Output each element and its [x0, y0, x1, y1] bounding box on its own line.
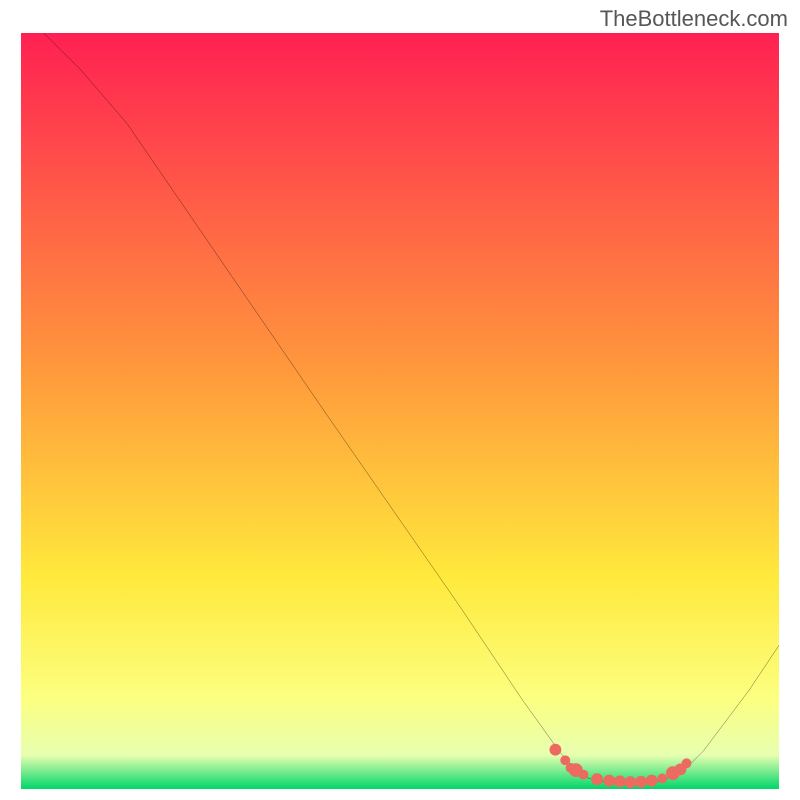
curve-marker: [635, 776, 647, 788]
chart-background: [21, 33, 779, 789]
watermark-text: TheBottleneck.com: [600, 6, 788, 32]
chart-container: TheBottleneck.com: [0, 0, 800, 800]
curve-marker: [591, 773, 603, 785]
plot-area: [21, 33, 779, 789]
curve-marker: [614, 776, 626, 788]
curve-marker: [603, 775, 615, 787]
curve-marker: [682, 758, 692, 768]
curve-marker: [549, 744, 561, 756]
curve-marker: [646, 775, 658, 787]
curve-marker: [625, 776, 637, 788]
chart-svg: [21, 33, 779, 789]
curve-marker: [657, 774, 667, 784]
curve-marker: [579, 770, 589, 780]
